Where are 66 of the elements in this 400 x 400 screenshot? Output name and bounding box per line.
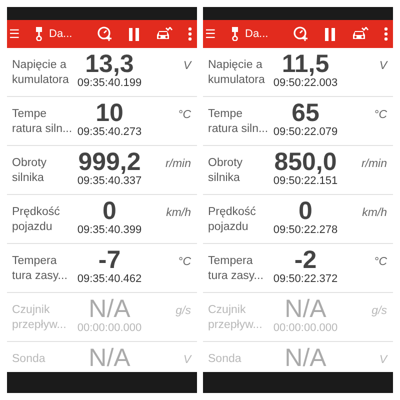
unit-label: °C <box>177 108 191 121</box>
sensor-value: N/A <box>88 296 130 322</box>
unit-label: V <box>182 353 191 366</box>
sensor-label: Tempera tura zasy... <box>12 254 68 284</box>
sensor-value: 65 <box>292 100 320 126</box>
unit-label: V <box>182 59 191 72</box>
sensor-label: Prędkość pojazdu <box>208 205 257 235</box>
car-icon[interactable] <box>155 27 173 41</box>
more-icon[interactable] <box>384 27 388 41</box>
unit-label: km/h <box>361 206 387 219</box>
sensor-label: Tempera tura zasy... <box>208 254 264 284</box>
menu-icon[interactable]: ☰ <box>9 28 20 40</box>
sensor-value: -2 <box>294 247 317 273</box>
sensor-label: Napięcie a kumulatora <box>208 58 264 88</box>
sensor-label: Prędkość pojazdu <box>12 205 61 235</box>
unit-label: km/h <box>165 206 191 219</box>
sensor-value: 11,5 <box>282 51 330 77</box>
sensor-label: Sonda <box>12 352 46 367</box>
unit-label: r/min <box>164 157 191 170</box>
timestamp: 09:35:40.337 <box>77 175 142 188</box>
sensor-value: N/A <box>284 296 326 322</box>
timestamp: 09:50:22.151 <box>273 175 338 188</box>
unit-label: V <box>378 59 387 72</box>
unit-label: °C <box>373 255 387 268</box>
menu-icon[interactable]: ☰ <box>205 28 216 40</box>
unit-label: g/s <box>370 304 387 317</box>
app-title[interactable]: Da... <box>245 28 268 40</box>
timestamp: 09:50:22.278 <box>273 224 338 237</box>
unit-label: r/min <box>360 157 387 170</box>
sensor-label: Czujnik przepływ... <box>208 303 264 333</box>
more-icon[interactable] <box>188 27 192 41</box>
timestamp: 09:35:40.462 <box>77 273 142 286</box>
sensor-value: 13,3 <box>85 51 134 77</box>
timestamp: 09:50:22.079 <box>273 126 338 139</box>
sensor-value: 10 <box>96 100 124 126</box>
sensor-label: Sonda <box>208 352 242 367</box>
sensor-label: Obroty silnika <box>208 156 244 186</box>
sensor-value: 0 <box>102 198 116 224</box>
timestamp: 09:50:22.003 <box>273 77 338 90</box>
pause-icon[interactable] <box>324 28 336 40</box>
gauge-add-icon[interactable] <box>97 26 113 42</box>
unit-label: °C <box>373 108 387 121</box>
timestamp: 09:35:40.273 <box>77 126 142 139</box>
sensor-value: -7 <box>98 247 121 273</box>
sensor-value: N/A <box>284 345 326 371</box>
unit-label: g/s <box>174 304 191 317</box>
piston-icon[interactable] <box>35 27 43 41</box>
piston-icon[interactable] <box>231 27 239 41</box>
pause-icon[interactable] <box>128 28 140 40</box>
app-title[interactable]: Da... <box>49 28 72 40</box>
timestamp: 00:00:00.000 <box>273 322 338 335</box>
unit-label: V <box>378 353 387 366</box>
sensor-value: 0 <box>298 198 312 224</box>
sensor-value: N/A <box>88 345 130 371</box>
sensor-label: Napięcie a kumulatora <box>12 58 68 88</box>
gauge-add-icon[interactable] <box>293 26 309 42</box>
sensor-value: 999,2 <box>78 149 141 175</box>
timestamp: 09:35:40.199 <box>77 77 142 90</box>
unit-label: °C <box>177 255 191 268</box>
sensor-label: Czujnik przepływ... <box>12 303 68 333</box>
car-icon[interactable] <box>351 27 369 41</box>
sensor-value: 850,0 <box>274 149 337 175</box>
timestamp: 09:50:22.372 <box>273 273 338 286</box>
timestamp: 00:00:00.000 <box>77 322 142 335</box>
timestamp: 09:35:40.399 <box>77 224 142 237</box>
sensor-label: Obroty silnika <box>12 156 48 186</box>
